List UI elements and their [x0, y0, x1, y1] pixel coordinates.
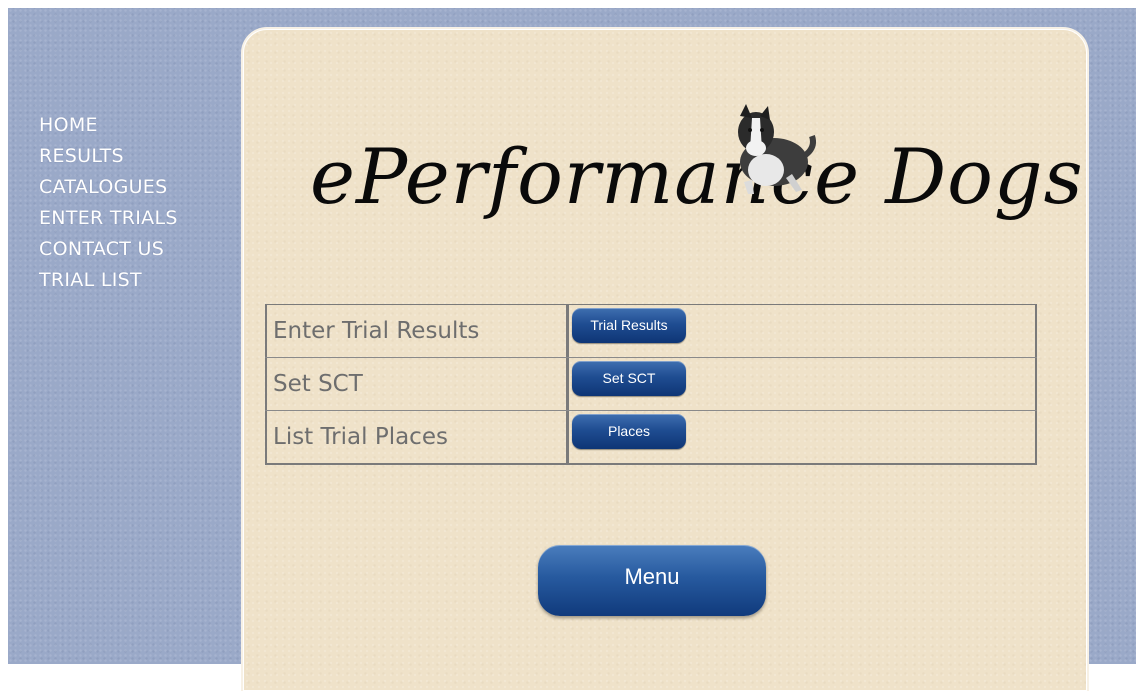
nav-home[interactable]: HOME	[39, 110, 178, 141]
menu-button[interactable]: Menu	[538, 545, 766, 616]
row-action-cell: Trial Results	[568, 305, 1037, 357]
set-sct-button[interactable]: Set SCT	[572, 361, 686, 396]
table-row: List Trial Places Places	[265, 411, 1037, 463]
nav-results[interactable]: RESULTS	[39, 141, 178, 172]
table-row: Enter Trial Results Trial Results	[265, 305, 1037, 358]
row-action-cell: Places	[568, 411, 1037, 463]
nav-enter-trials[interactable]: ENTER TRIALS	[39, 203, 178, 234]
places-button[interactable]: Places	[572, 414, 686, 449]
nav-catalogues[interactable]: CATALOGUES	[39, 172, 178, 203]
nav-trial-list[interactable]: TRIAL LIST	[39, 265, 178, 296]
nav-contact-us[interactable]: CONTACT US	[39, 234, 178, 265]
logo-text: ePerformance Dogs	[310, 132, 1084, 221]
row-label: Enter Trial Results	[265, 305, 568, 357]
actions-table: Enter Trial Results Trial Results Set SC…	[265, 304, 1037, 465]
site-logo: ePerformance Dogs	[310, 92, 1083, 262]
row-label: List Trial Places	[265, 411, 568, 463]
table-row: Set SCT Set SCT	[265, 358, 1037, 411]
trial-results-button[interactable]: Trial Results	[572, 308, 686, 343]
side-nav: HOME RESULTS CATALOGUES ENTER TRIALS CON…	[39, 110, 178, 296]
dog-icon	[738, 104, 816, 194]
row-action-cell: Set SCT	[568, 358, 1037, 410]
row-label: Set SCT	[265, 358, 568, 410]
